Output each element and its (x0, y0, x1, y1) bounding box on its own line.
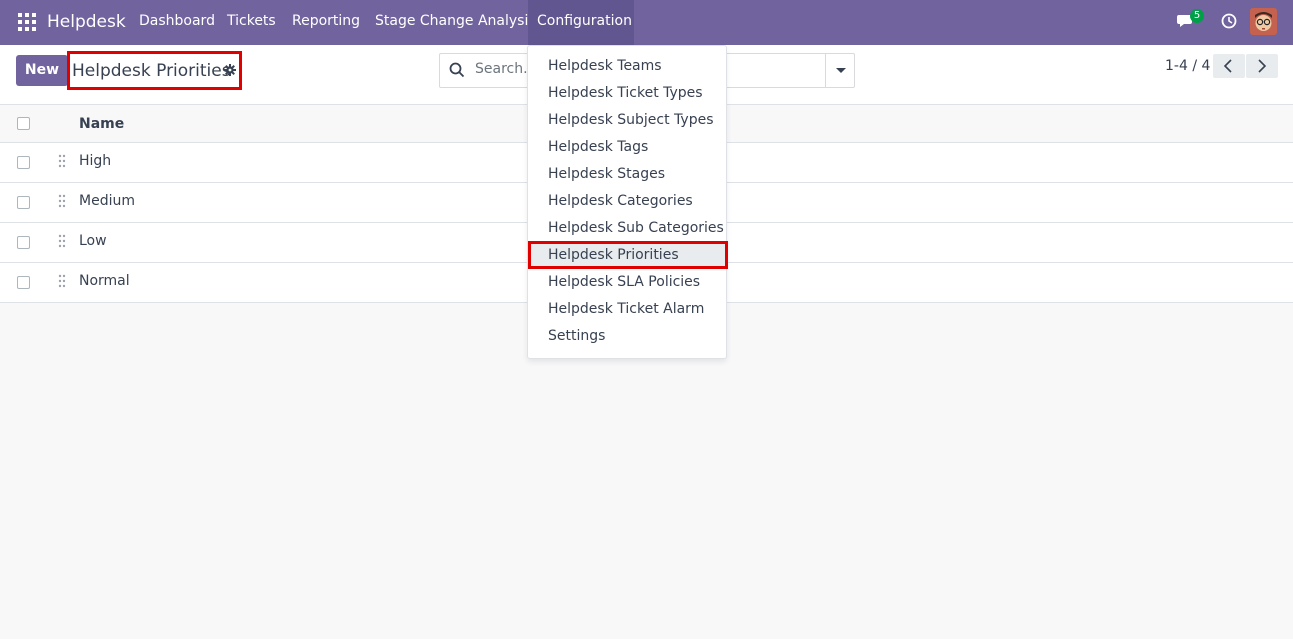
caret-down-icon (836, 68, 846, 73)
row-checkbox[interactable] (17, 196, 30, 209)
dropdown-item-helpdesk-ticket-alarm[interactable]: Helpdesk Ticket Alarm (548, 301, 704, 317)
chat-count-badge: 5 (1190, 9, 1204, 23)
drag-handle-icon[interactable] (58, 194, 66, 208)
gear-icon[interactable] (224, 64, 236, 76)
dropdown-item-helpdesk-priorities[interactable]: Helpdesk Priorities (528, 241, 728, 269)
breadcrumb-title: Helpdesk Priorities (72, 61, 231, 81)
dropdown-item-helpdesk-tags[interactable]: Helpdesk Tags (548, 139, 648, 155)
row-checkbox[interactable] (17, 276, 30, 289)
dropdown-item-helpdesk-ticket-types[interactable]: Helpdesk Ticket Types (548, 85, 703, 101)
pager-next-button[interactable] (1246, 54, 1278, 78)
priority-name-cell: High (79, 153, 112, 169)
chevron-left-icon (1223, 59, 1232, 73)
menu-configuration-label: Configuration (537, 13, 632, 29)
menu-stage-change-analysis[interactable]: Stage Change Analysis (375, 13, 536, 29)
configuration-dropdown: Helpdesk Teams Helpdesk Ticket Types Hel… (527, 45, 727, 359)
dropdown-item-helpdesk-stages[interactable]: Helpdesk Stages (548, 166, 665, 182)
menu-tickets[interactable]: Tickets (227, 13, 276, 29)
priority-name-cell: Medium (79, 193, 135, 209)
menu-dashboard[interactable]: Dashboard (139, 13, 215, 29)
row-checkbox[interactable] (17, 156, 30, 169)
clock-icon[interactable] (1221, 13, 1237, 29)
user-avatar[interactable] (1250, 8, 1277, 35)
priority-name-cell: Normal (79, 273, 130, 289)
dropdown-item-helpdesk-sub-categories[interactable]: Helpdesk Sub Categories (548, 220, 724, 236)
drag-handle-icon[interactable] (58, 234, 66, 248)
column-name-header[interactable]: Name (79, 116, 124, 132)
search-icon (449, 62, 465, 78)
dropdown-item-settings[interactable]: Settings (548, 328, 605, 344)
dropdown-item-helpdesk-subject-types[interactable]: Helpdesk Subject Types (548, 112, 714, 128)
chevron-right-icon (1258, 59, 1267, 73)
app-brand[interactable]: Helpdesk (47, 12, 126, 32)
dropdown-item-helpdesk-priorities-label: Helpdesk Priorities (548, 247, 679, 263)
menu-reporting[interactable]: Reporting (292, 13, 360, 29)
row-checkbox[interactable] (17, 236, 30, 249)
top-navbar: Helpdesk Dashboard Tickets Reporting Sta… (0, 0, 1293, 45)
dropdown-item-helpdesk-categories[interactable]: Helpdesk Categories (548, 193, 693, 209)
search-options-toggle[interactable] (825, 53, 855, 88)
select-all-checkbox[interactable] (17, 117, 30, 130)
drag-handle-icon[interactable] (58, 154, 66, 168)
priority-name-cell: Low (79, 233, 107, 249)
drag-handle-icon[interactable] (58, 274, 66, 288)
dropdown-item-helpdesk-teams[interactable]: Helpdesk Teams (548, 58, 662, 74)
pager-value[interactable]: 1-4 / 4 (1165, 58, 1210, 74)
dropdown-item-helpdesk-sla-policies[interactable]: Helpdesk SLA Policies (548, 274, 700, 290)
apps-grid-icon[interactable] (18, 13, 36, 31)
menu-configuration[interactable]: Configuration (528, 0, 634, 45)
new-button[interactable]: New (16, 55, 68, 86)
pager-previous-button[interactable] (1213, 54, 1245, 78)
